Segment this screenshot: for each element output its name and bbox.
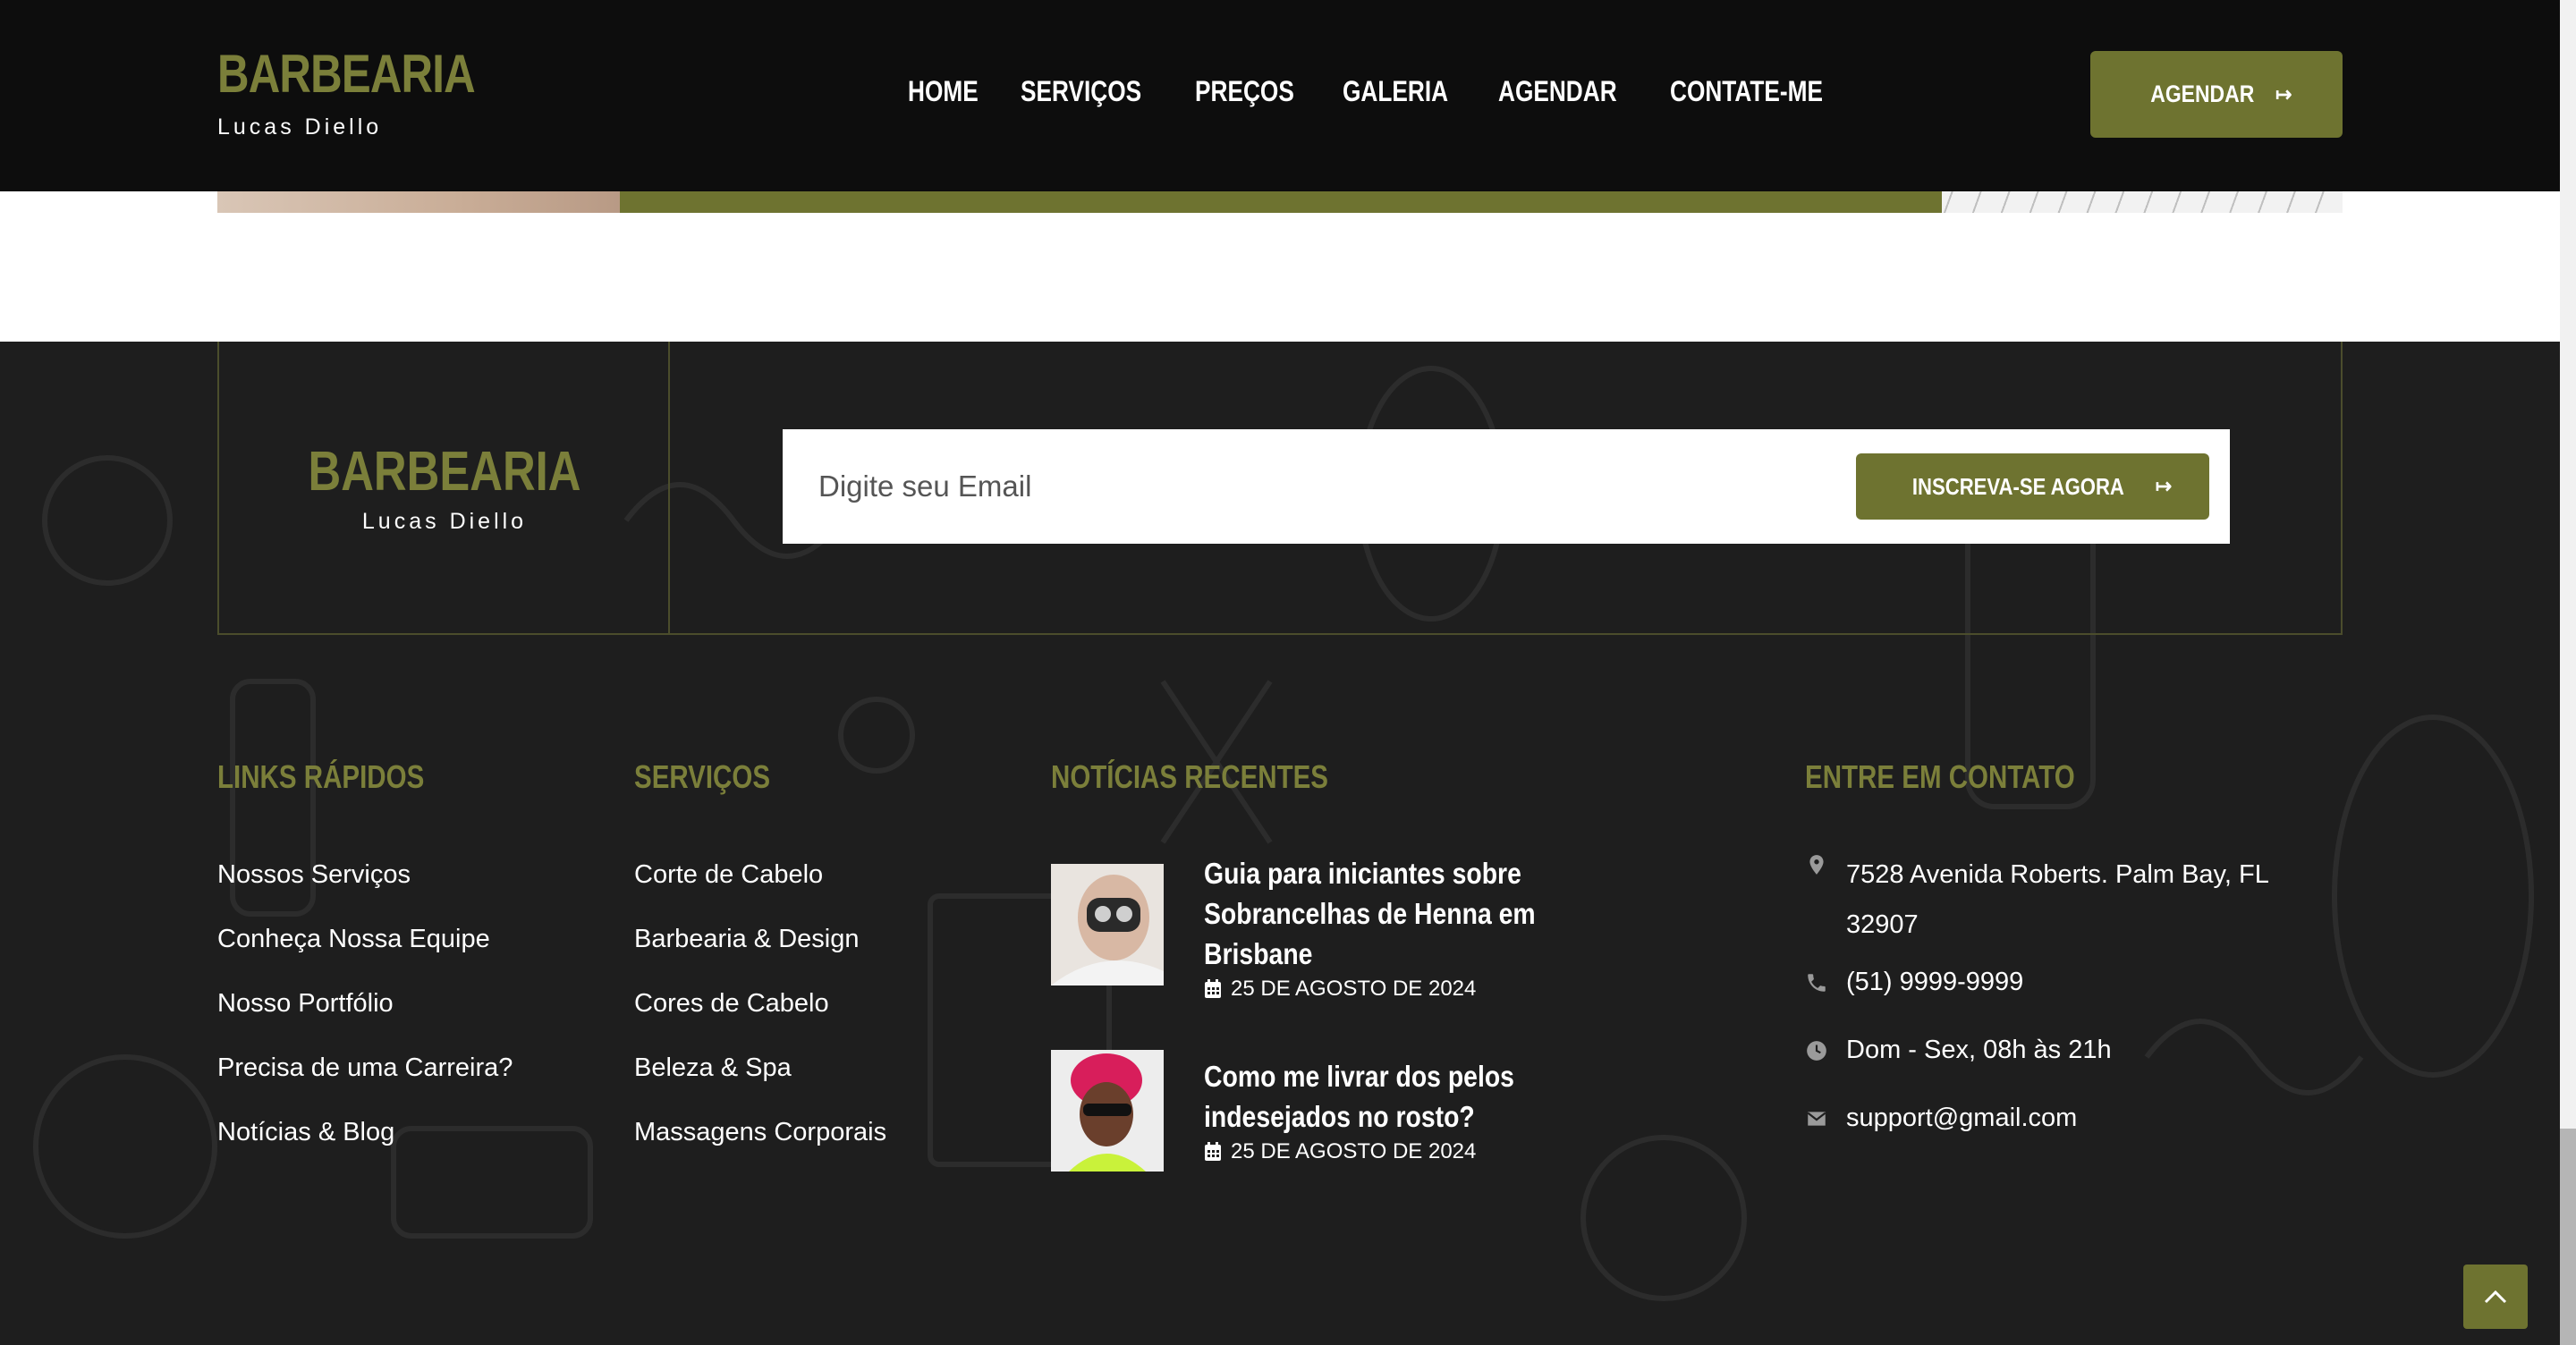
news-thumbnail[interactable] (1051, 864, 1164, 985)
nav-item-agendar[interactable]: AGENDAR (1498, 75, 1617, 108)
quick-links-title: LINKS RÁPIDOS (217, 758, 425, 795)
section-image-right (1942, 191, 2343, 213)
footer-logo-title[interactable]: BARBEARIA (308, 440, 580, 503)
quick-link-item[interactable]: Nosso Portfólio (217, 991, 513, 1055)
quick-link-item[interactable]: Notícias & Blog (217, 1120, 513, 1184)
section-accent-band (620, 191, 1942, 213)
agendar-button-label: AGENDAR (2149, 80, 2254, 107)
chevron-up-icon (2484, 1290, 2507, 1304)
nav-item-contate-me[interactable]: CONTATE-ME (1670, 75, 1823, 108)
recent-news-title: NOTÍCIAS RECENTES (1051, 758, 1328, 795)
news-date-text: 25 DE AGOSTO DE 2024 (1231, 977, 1477, 1001)
news-title[interactable]: Guia para iniciantes sobre Sobrancelhas … (1204, 853, 1580, 974)
quick-link-item[interactable]: Precisa de uma Carreira? (217, 1055, 513, 1120)
footer-logo: BARBEARIA Lucas Diello (219, 342, 670, 633)
logo-title[interactable]: BARBEARIA (217, 43, 476, 105)
service-link-item[interactable]: Barbearia & Design (634, 926, 886, 991)
service-link-item[interactable]: Corte de Cabelo (634, 862, 886, 926)
nav-item-galeria[interactable]: GALERIA (1343, 75, 1448, 108)
news-title-line: Brisbane (1204, 937, 1313, 970)
site-footer: BARBEARIA Lucas Diello INSCREVA-SE AGORA… (0, 342, 2560, 1345)
footer-logo-subtitle: Lucas Diello (361, 509, 528, 534)
email-field[interactable] (818, 456, 1802, 517)
news-title-line: Sobrancelhas de Henna em (1204, 897, 1536, 930)
news-thumbnail-image (1051, 1050, 1164, 1172)
services-title: SERVIÇOS (634, 758, 771, 795)
mail-icon (1807, 1112, 1826, 1126)
calendar-icon (1205, 979, 1221, 998)
email-address[interactable]: support@gmail.com (1846, 1093, 2077, 1143)
scrollbar-thumb[interactable] (2560, 1129, 2576, 1345)
news-title-line: indesejados no rosto? (1204, 1100, 1475, 1133)
nav-item-home[interactable]: HOME (908, 75, 979, 108)
quick-links-list: Nossos Serviços Conheça Nossa Equipe Nos… (217, 862, 513, 1184)
logo-subtitle: Lucas Diello (217, 114, 383, 140)
quick-link-item[interactable]: Nossos Serviços (217, 862, 513, 926)
subscribe-button-label: INSCREVA-SE AGORA (1911, 472, 2124, 500)
map-pin-icon (1809, 855, 1824, 875)
news-date: 25 DE AGOSTO DE 2024 (1204, 1139, 1476, 1164)
news-thumbnail-image (1051, 864, 1164, 985)
news-thumbnail[interactable] (1051, 1050, 1164, 1172)
opening-hours: Dom - Sex, 08h às 21h (1846, 1036, 2112, 1064)
service-link-item[interactable]: Massagens Corporais (634, 1120, 886, 1184)
news-date: 25 DE AGOSTO DE 2024 (1204, 977, 1476, 1002)
site-header: BARBEARIA Lucas Diello HOME SERVIÇOS PRE… (0, 0, 2560, 191)
quick-link-item[interactable]: Conheça Nossa Equipe (217, 926, 513, 991)
clock-icon (1807, 1041, 1826, 1061)
newsletter-form: INSCREVA-SE AGORA ↦ (783, 429, 2230, 544)
service-link-item[interactable]: Beleza & Spa (634, 1055, 886, 1120)
subscribe-button[interactable]: INSCREVA-SE AGORA ↦ (1856, 453, 2209, 520)
section-image-left (217, 191, 620, 213)
main-nav: HOME SERVIÇOS PREÇOS GALERIA AGENDAR CON… (908, 75, 1883, 108)
contact-title: ENTRE EM CONTATO (1805, 758, 2075, 795)
nav-item-precos[interactable]: PREÇOS (1195, 75, 1294, 108)
news-title-line: Guia para iniciantes sobre (1204, 857, 1521, 890)
phone-number[interactable]: (51) 9999-9999 (1846, 957, 2023, 1007)
arrow-right-icon: ↦ (2155, 475, 2173, 497)
news-date-text: 25 DE AGOSTO DE 2024 (1231, 1139, 1477, 1163)
news-title[interactable]: Como me livrar dos pelos indesejados no … (1204, 1056, 1580, 1137)
newsletter-box: BARBEARIA Lucas Diello INSCREVA-SE AGORA… (217, 342, 2343, 635)
calendar-icon (1205, 1142, 1221, 1161)
phone-icon (1808, 974, 1826, 992)
agendar-button[interactable]: AGENDAR ↦ (2090, 51, 2343, 138)
arrow-right-icon: ↦ (2275, 82, 2292, 106)
address-line: 7528 Avenida Roberts. Palm Bay, FL (1846, 860, 2269, 889)
services-list: Corte de Cabelo Barbearia & Design Cores… (634, 862, 886, 1184)
address-line: 32907 (1846, 910, 1919, 939)
scroll-to-top-button[interactable] (2463, 1265, 2528, 1329)
nav-item-servicos[interactable]: SERVIÇOS (1021, 75, 1141, 108)
service-link-item[interactable]: Cores de Cabelo (634, 991, 886, 1055)
news-title-line: Como me livrar dos pelos (1204, 1060, 1514, 1093)
